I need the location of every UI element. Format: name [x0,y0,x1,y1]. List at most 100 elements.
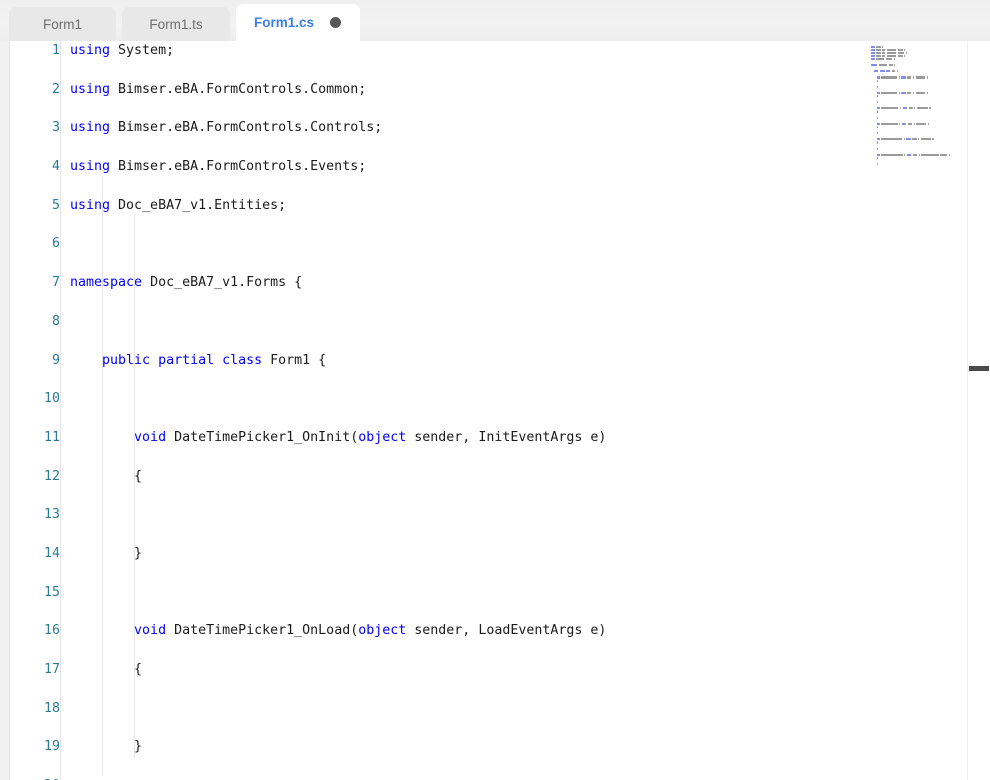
line-number: 9 [10,351,60,370]
code-plain: Doc_eBA7_v1.Entities; [110,198,286,213]
minimap-token [882,46,883,48]
code-lines-container[interactable]: 1using System; 2using Bimser.eBA.FormCont… [10,41,990,780]
code-keyword: namespace [70,275,142,290]
tab-form1-ts[interactable]: Form1.ts [122,7,230,41]
code-plain: Bimser.eBA.FormControls.Controls; [110,120,382,135]
indent-guide-line [134,215,135,757]
code-line[interactable]: 6 [10,234,990,253]
minimap-token [902,123,906,125]
gutter-divider [60,41,61,780]
code-line[interactable]: 8 [10,312,990,331]
code-plain: DateTimePicker1_OnInit( [166,430,358,445]
code-line[interactable]: 7namespace Doc_eBA7_v1.Forms { [10,273,990,292]
code-line[interactable]: 10 [10,389,990,408]
code-line[interactable]: 9 public partial class Form1 { [10,351,990,370]
code-line[interactable]: 17 { [10,660,990,679]
code-line[interactable]: 15 [10,583,990,602]
vertical-scrollbar[interactable] [968,41,990,780]
code-line[interactable]: 2using Bimser.eBA.FormControls.Common; [10,80,990,99]
minimap-token [877,126,878,128]
code-line[interactable]: 18 [10,699,990,718]
minimap-token [886,58,892,60]
code-plain: Form1 { [262,353,326,368]
minimap-token [877,110,878,112]
unsaved-changes-dot[interactable] [330,17,341,28]
minimap-token [907,76,911,78]
line-number: 16 [10,621,60,640]
code-line[interactable]: 14 } [10,544,990,563]
scrollbar-position-marker[interactable] [969,366,989,371]
line-number: 8 [10,312,60,331]
minimap-token [877,141,878,143]
code-plain: System; [110,43,174,58]
code-plain: { [70,469,142,484]
minimap-token [877,76,880,78]
minimap-token [871,64,877,66]
code-plain: Bimser.eBA.FormControls.Events; [110,159,366,174]
code-text: using Bimser.eBA.FormControls.Controls; [70,118,382,137]
line-number: 5 [10,196,60,215]
minimap-token [881,92,897,94]
minimap-token [877,148,878,150]
code-keyword: using [70,120,110,135]
line-number: 14 [10,544,60,563]
minimap-token [877,163,878,165]
code-keyword: object [358,430,406,445]
minimap-token [887,49,896,51]
code-line[interactable]: 4using Bimser.eBA.FormControls.Events; [10,157,990,176]
minimap-token [913,76,914,78]
line-number: 11 [10,428,60,447]
minimap-token [921,154,938,156]
line-number: 3 [10,118,60,137]
minimap-token [882,52,885,54]
editor-minimap[interactable] [865,41,968,780]
minimap-token [899,76,900,78]
minimap-token [881,123,898,125]
code-line[interactable]: 16 void DateTimePicker1_OnLoad(object se… [10,621,990,640]
minimap-token [881,154,903,156]
code-text: using Bimser.eBA.FormControls.Common; [70,80,366,99]
minimap-token [887,55,896,57]
minimap-token [871,58,875,60]
minimap-token [907,92,911,94]
minimap-token [913,154,917,156]
code-line[interactable]: 11 void DateTimePicker1_OnInit(object se… [10,428,990,447]
minimap-token [907,154,911,156]
minimap-token [877,123,880,125]
minimap-token [908,123,912,125]
line-number: 10 [10,389,60,408]
minimap-token [894,58,895,60]
code-line[interactable]: 12 { [10,467,990,486]
code-plain: DateTimePicker1_OnLoad( [166,623,358,638]
tab-form1[interactable]: Form1 [9,7,116,41]
code-line[interactable]: 5 using Doc_eBA7_v1.Entities; [10,196,990,215]
minimap-token [898,49,903,51]
code-line[interactable]: 20 [10,776,990,780]
code-plain: } [70,739,142,754]
minimap-line [871,163,968,166]
minimap-token [914,123,915,125]
code-keyword: object [358,623,406,638]
code-keyword: void [134,623,166,638]
line-number: 12 [10,467,60,486]
code-line[interactable]: 19 } [10,737,990,756]
minimap-token [877,95,878,97]
code-line[interactable]: 1using System; [10,41,990,60]
code-keyword: using [70,159,110,174]
minimap-token [877,117,878,119]
code-keyword: void [134,430,166,445]
code-line[interactable]: 3 using Bimser.eBA.FormControls.Controls; [10,118,990,137]
overview-ruler-separator [967,41,968,780]
minimap-token [898,52,904,54]
minimap-token [876,55,880,57]
minimap-token [898,55,903,57]
line-number: 6 [10,234,60,253]
code-editor-window: Form1 Form1.ts Form1.cs 1using System; 2u… [0,0,990,780]
code-plain: { [70,662,142,677]
tab-form1-cs[interactable]: Form1.cs [236,4,360,41]
code-line[interactable]: 13 [10,505,990,524]
code-keyword: using [70,198,110,213]
minimap-token [871,46,875,48]
tab-label: Form1 [43,17,82,32]
code-plain: sender, LoadEventArgs e) [406,623,606,638]
